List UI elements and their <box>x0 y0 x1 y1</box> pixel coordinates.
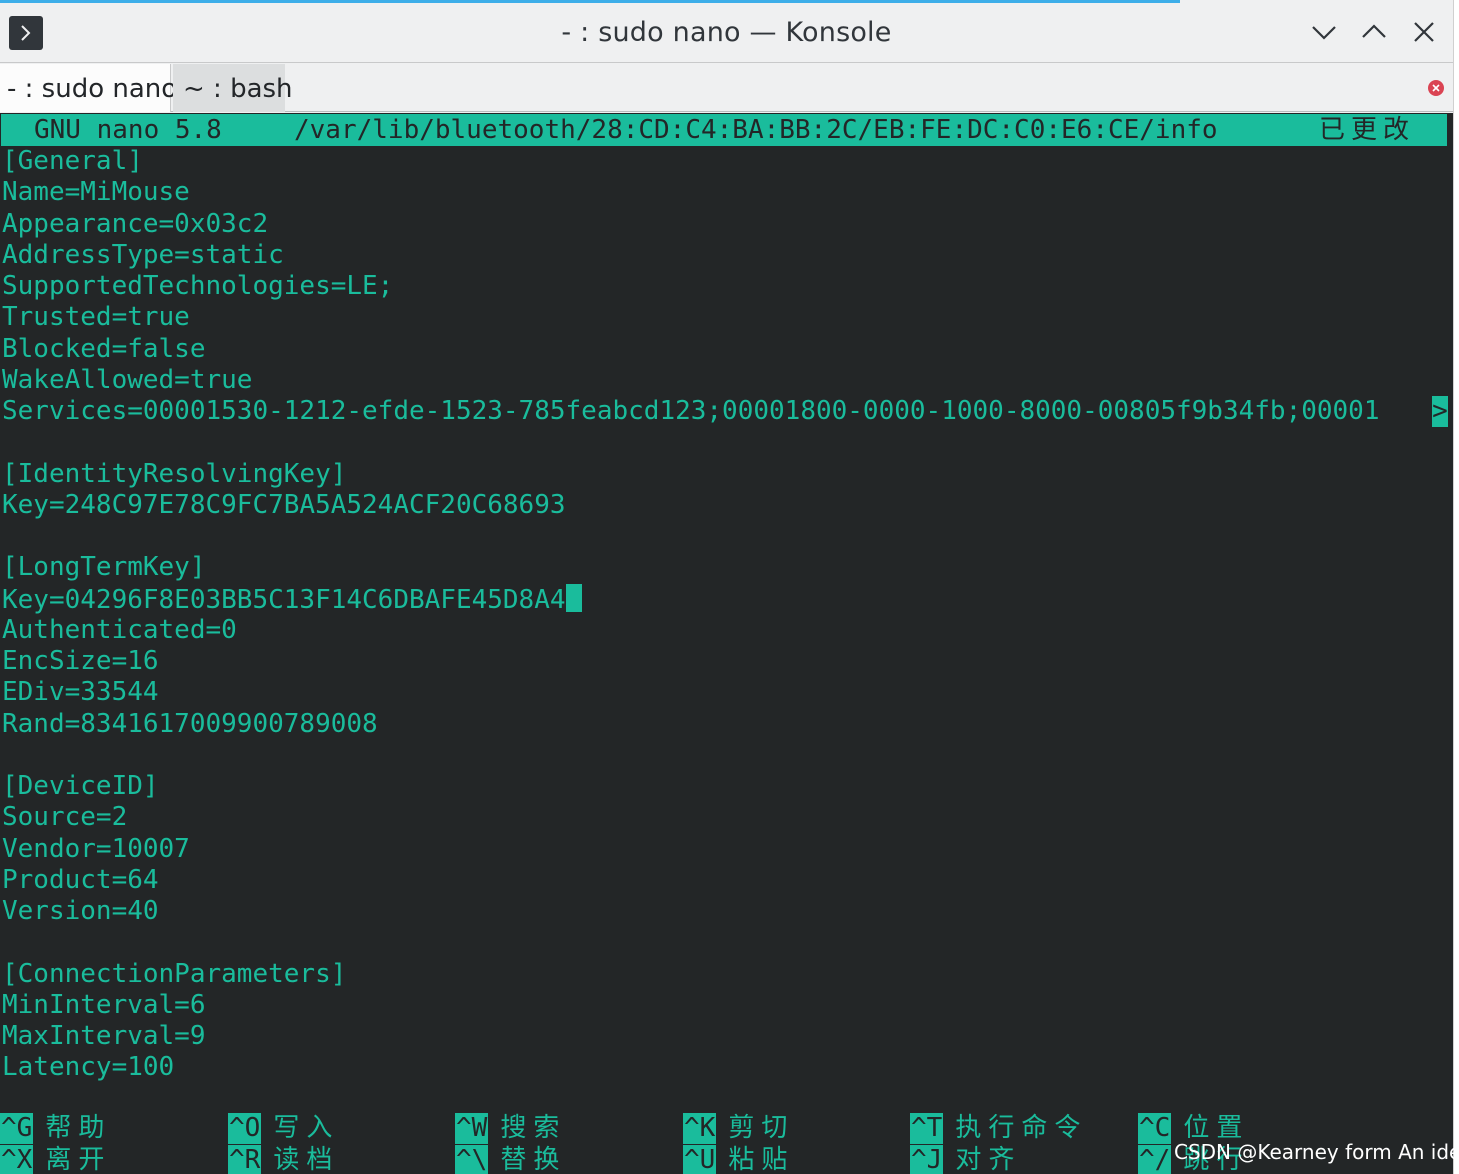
shortcut-execute[interactable]: ^T 执行命令 <box>910 1113 1087 1144</box>
text-line: [IdentityResolvingKey] <box>2 458 347 489</box>
text-line: EncSize=16 <box>2 646 159 676</box>
text-line <box>2 740 1448 771</box>
text-line: SupportedTechnologies=LE; <box>2 271 394 301</box>
text-line: Product=64 <box>2 864 159 895</box>
shortcut-replace[interactable]: ^\ 替换 <box>455 1145 566 1174</box>
minimize-button[interactable] <box>1309 17 1339 47</box>
shortcut-read-file[interactable]: ^R 读档 <box>228 1145 339 1174</box>
text-line: AddressType=static <box>2 239 284 270</box>
tab-bash[interactable]: ~ : bash <box>173 64 293 112</box>
text-line: [DeviceID] <box>2 771 159 801</box>
text-line: [LongTermKey] <box>2 552 206 583</box>
text-line: [General] <box>2 146 143 176</box>
line-overflow-marker: > <box>1432 396 1448 427</box>
text-line <box>2 927 1448 958</box>
text-line: Latency=100 <box>2 1052 175 1083</box>
konsole-window: - : sudo nano — Konsole - : sudo nano ~ … <box>0 0 1453 1174</box>
text-line: EDiv=33544 <box>2 677 159 708</box>
shortcut-justify[interactable]: ^J 对齐 <box>910 1145 1021 1174</box>
window-title: - : sudo nano — Konsole <box>561 17 892 48</box>
terminal-area[interactable]: GNU nano 5.8 /var/lib/bluetooth/28:CD:C4… <box>0 113 1453 1174</box>
shortcut-exit[interactable]: ^X 离开 <box>0 1145 111 1174</box>
text-line: Key=248C97E78C9FC7BA5A524ACF20C68693 <box>2 489 566 520</box>
text-line: Vendor=10007 <box>2 833 190 864</box>
file-content[interactable]: [General] Name=MiMouse Appearance=0x03c2… <box>2 146 1448 1084</box>
maximize-button[interactable] <box>1359 17 1389 47</box>
shortcut-help[interactable]: ^G 帮助 <box>0 1113 111 1144</box>
text-line <box>2 427 1448 458</box>
tab-bar: - : sudo nano ~ : bash <box>0 64 1453 112</box>
file-path: /var/lib/bluetooth/28:CD:C4:BA:BB:2C/EB:… <box>294 115 1218 145</box>
shortcut-search[interactable]: ^W 搜索 <box>455 1113 566 1144</box>
shortcut-write[interactable]: ^O 写入 <box>228 1113 339 1144</box>
text-line: Rand=8341617009900789008 <box>2 708 378 739</box>
background-window-edge <box>1453 0 1459 1174</box>
text-line: MaxInterval=9 <box>2 1021 206 1051</box>
text-line: Name=MiMouse <box>2 177 190 208</box>
nano-header-bar: GNU nano 5.8 /var/lib/bluetooth/28:CD:C4… <box>1 114 1447 146</box>
shortcut-cut[interactable]: ^K 剪切 <box>683 1113 794 1144</box>
text-line: WakeAllowed=true <box>2 364 253 395</box>
nano-version: GNU nano 5.8 <box>34 115 222 145</box>
text-line: Version=40 <box>2 896 159 926</box>
text-line: Services=00001530-1212-efde-1523-785feab… <box>2 396 1448 427</box>
shortcut-paste[interactable]: ^U 粘贴 <box>683 1145 794 1174</box>
text-line: Trusted=true <box>2 302 190 333</box>
modified-status: 已更改 <box>1319 115 1416 145</box>
text-line: [ConnectionParameters] <box>2 958 347 989</box>
text-line <box>2 521 1448 552</box>
tab-close-button[interactable] <box>1428 80 1444 96</box>
text-line: MinInterval=6 <box>2 989 206 1020</box>
text-line: Key=04296F8E03BB5C13F14C6DBAFE45D8A4 <box>2 583 1448 615</box>
title-bar[interactable]: - : sudo nano — Konsole <box>0 3 1453 63</box>
text-line: Source=2 <box>2 802 128 833</box>
tab-sudo-nano[interactable]: - : sudo nano <box>0 64 177 112</box>
text-line: Appearance=0x03c2 <box>2 208 269 239</box>
watermark: CSDN @Kearney form An idea <box>1174 1140 1459 1164</box>
close-button[interactable] <box>1409 17 1439 47</box>
text-line: Blocked=false <box>2 333 206 364</box>
text-line: Authenticated=0 <box>2 614 237 645</box>
text-cursor <box>565 583 582 612</box>
